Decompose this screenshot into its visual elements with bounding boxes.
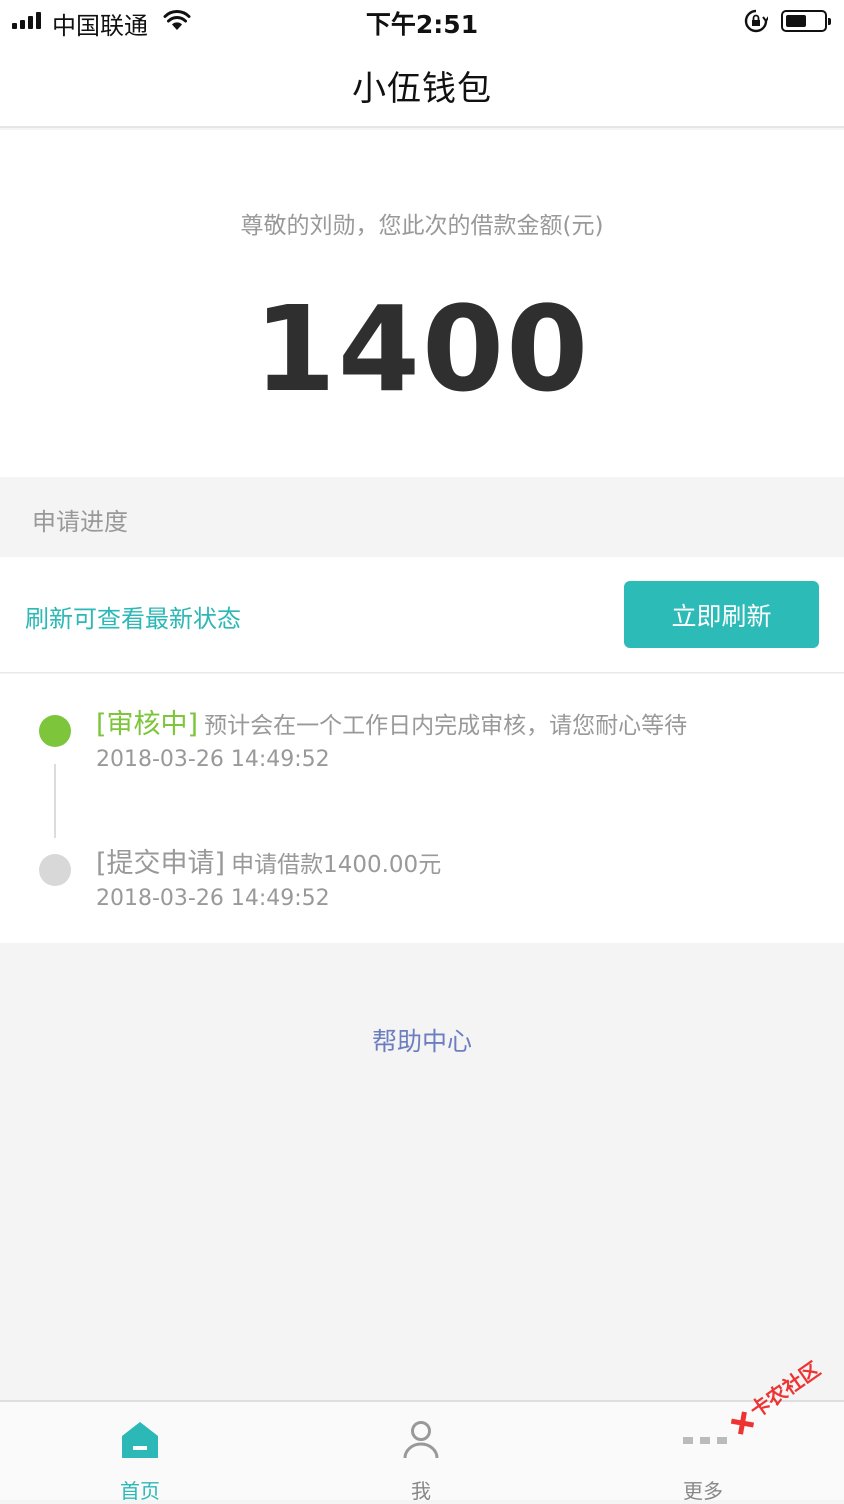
refresh-row: 刷新可查看最新状态 立即刷新 <box>0 557 844 673</box>
progress-section-header: 申请进度 <box>0 477 844 557</box>
battery-icon <box>781 10 831 32</box>
progress-timeline: [审核中] 预计会在一个工作日内完成审核，请您耐心等待 2018-03-26 14… <box>0 674 844 943</box>
status-bar: 中国联通 下午2:51 <box>0 0 844 44</box>
timeline-connector <box>54 764 56 838</box>
loan-amount-panel: 尊敬的刘勋，您此次的借款金额(元) 1400 <box>0 130 844 477</box>
step-status-tag: [审核中] <box>96 709 199 740</box>
loan-amount-value: 1400 <box>253 280 591 418</box>
step-description: 预计会在一个工作日内完成审核，请您耐心等待 <box>204 713 688 739</box>
step-description: 申请借款1400.00元 <box>231 852 442 878</box>
tab-me[interactable]: 我 <box>341 1402 501 1503</box>
timeline-step: [提交申请] 申请借款1400.00元 <box>96 841 441 880</box>
more-icon <box>683 1437 727 1444</box>
refresh-button[interactable]: 立即刷新 <box>624 581 819 648</box>
loan-amount-caption: 尊敬的刘勋，您此次的借款金额(元) <box>240 213 604 239</box>
progress-section-label: 申请进度 <box>32 508 128 536</box>
page-title: 小伍钱包 <box>352 68 492 109</box>
help-center-link[interactable]: 帮助中心 <box>0 1022 844 1058</box>
step-timestamp: 2018-03-26 14:49:52 <box>96 747 330 772</box>
refresh-hint: 刷新可查看最新状态 <box>25 605 241 633</box>
step-status-tag: [提交申请] <box>96 848 226 879</box>
clock: 下午2:51 <box>365 10 479 39</box>
rotation-lock-icon <box>744 9 768 33</box>
nav-bar: 小伍钱包 <box>0 44 844 128</box>
home-icon <box>122 1422 158 1458</box>
timeline-step: [审核中] 预计会在一个工作日内完成审核，请您耐心等待 <box>96 702 687 741</box>
tab-home[interactable]: 首页 <box>60 1402 220 1503</box>
tab-bar: 首页 我 更多 <box>0 1400 844 1503</box>
user-icon <box>403 1421 439 1459</box>
step-timestamp: 2018-03-26 14:49:52 <box>96 886 330 911</box>
timeline-dot-active <box>39 715 71 747</box>
timeline-dot-done <box>39 854 71 886</box>
